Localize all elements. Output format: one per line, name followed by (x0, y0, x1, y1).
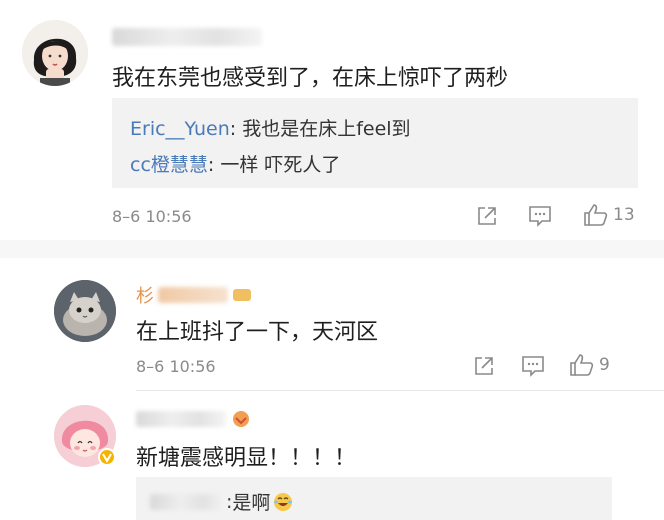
reply-text: 一样 吓死人了 (220, 154, 341, 176)
reply-separator: : (229, 118, 243, 140)
comment-text: 我在东莞也感受到了，在床上惊吓了两秒 (112, 66, 509, 91)
reply-separator: : (207, 154, 221, 176)
comment-icon (529, 206, 551, 227)
like-count: 13 (613, 205, 635, 225)
like-icon (570, 354, 594, 376)
level-badge-icon (233, 289, 251, 301)
timestamp: 8–6 10:56 (112, 207, 192, 226)
comment-button[interactable] (521, 355, 545, 377)
share-button[interactable] (473, 355, 495, 377)
username[interactable]: 杉 (136, 282, 252, 308)
like-count: 9 (599, 355, 610, 375)
comment-text: 在上班抖了一下，天河区 (136, 320, 379, 345)
username[interactable] (136, 410, 252, 428)
timestamp: 8–6 10:56 (136, 357, 216, 376)
vip-badge-icon (98, 448, 116, 466)
username-blurred (136, 411, 226, 427)
level-badge-icon (233, 411, 249, 427)
reply-line[interactable]: : 是啊 (150, 488, 294, 515)
reply-user[interactable] (150, 493, 226, 510)
share-button[interactable] (476, 205, 498, 227)
reply-user[interactable]: Eric__Yuen (130, 118, 230, 140)
share-icon (478, 207, 496, 225)
reply-text: 我也是在床上feel到 (242, 118, 411, 140)
reply-line[interactable]: cc橙慧慧: 一样 吓死人了 (130, 150, 340, 177)
avatar-illustration (22, 20, 88, 86)
avatar[interactable] (54, 280, 116, 342)
divider (136, 390, 664, 391)
comment-button[interactable] (528, 205, 552, 227)
like-icon (584, 204, 608, 226)
avatar[interactable] (22, 20, 88, 86)
like-button[interactable]: 13 (583, 203, 635, 227)
username[interactable] (112, 28, 262, 46)
comment-gap (0, 240, 664, 258)
username-blurred (158, 287, 228, 303)
comment-icon (522, 356, 544, 377)
share-icon (475, 357, 493, 375)
reply-text: 是啊 (232, 492, 271, 514)
username-visible: 杉 (136, 286, 154, 307)
like-button[interactable]: 9 (569, 353, 610, 377)
comment-text: 新塘震感明显！！！！ (136, 446, 357, 471)
reply-user[interactable]: cc橙慧慧 (130, 154, 208, 176)
laugh-emoji-icon (274, 492, 293, 511)
avatar-illustration (54, 280, 116, 342)
reply-line[interactable]: Eric__Yuen: 我也是在床上feel到 (130, 114, 411, 141)
